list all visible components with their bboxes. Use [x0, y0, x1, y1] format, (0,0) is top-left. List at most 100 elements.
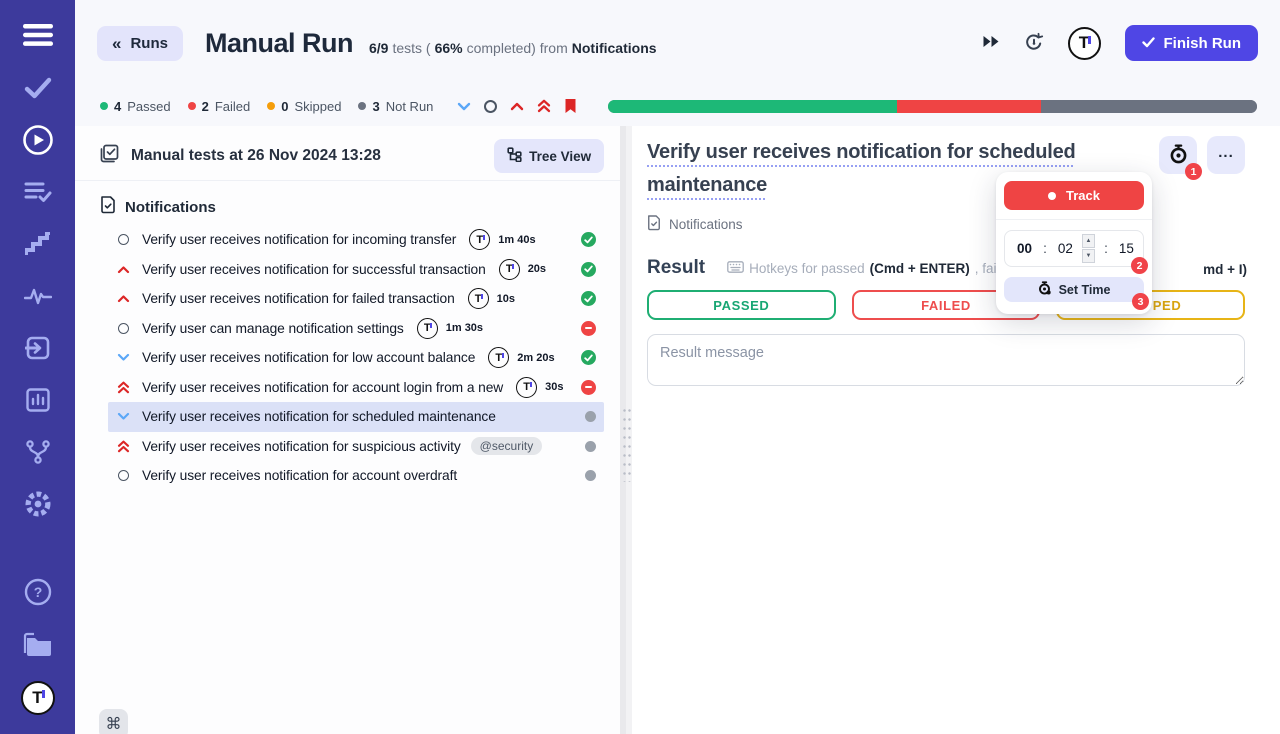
step-up-icon[interactable]: ▲	[1082, 234, 1096, 248]
severity-icon	[117, 381, 130, 394]
test-row[interactable]: Verify user receives notification for ac…	[108, 461, 604, 491]
test-status-icon	[585, 470, 597, 482]
status-counter: 4 Passed	[100, 99, 171, 114]
test-list-panel: Manual tests at 26 Nov 2024 13:28 Tree V…	[75, 126, 621, 734]
test-row-title: Verify user receives notification for sc…	[142, 409, 496, 425]
tree-view-button[interactable]: Tree View	[494, 139, 605, 173]
test-row-title: Verify user can manage notification sett…	[142, 320, 404, 336]
test-status-icon	[581, 379, 597, 395]
severity-icon	[117, 234, 130, 246]
testomat-logo-icon: T	[498, 258, 520, 280]
fast-forward-icon	[982, 34, 1000, 52]
sidebar-item-plans[interactable]	[0, 168, 75, 220]
retry-timer-button[interactable]	[1024, 32, 1044, 55]
test-row[interactable]: Verify user receives notification for sc…	[108, 402, 605, 432]
sidebar-item-analytics[interactable]	[0, 376, 75, 428]
time-badge: 2	[1131, 257, 1148, 274]
svg-text:?: ?	[33, 584, 42, 600]
panel-resize-divider[interactable]	[620, 126, 632, 734]
timer-button[interactable]: 1	[1159, 136, 1202, 180]
severity-icon	[117, 322, 130, 334]
test-row-title: Verify user receives notification for lo…	[142, 350, 476, 366]
run-title: Manual tests at 26 Nov 2024 13:28	[131, 147, 381, 164]
testomat-logo-icon: T	[469, 229, 491, 251]
hotkeys-hint: Hotkeys for passed (Cmd + ENTER) , faile…	[727, 261, 1247, 277]
hours-field[interactable]: 00	[1017, 241, 1032, 256]
sidebar-item-logo[interactable]: T	[0, 672, 75, 724]
sidebar-item-settings[interactable]	[0, 480, 75, 532]
suite-header[interactable]: Notifications	[75, 194, 620, 220]
set-time-button[interactable]: Set Time 3	[1004, 277, 1149, 310]
run-progress-bar	[608, 100, 1257, 113]
top-bar: « Runs Manual Run 6/9 tests ( 66% comple…	[75, 0, 1280, 86]
status-counter: 2 Failed	[187, 99, 250, 114]
test-status-icon	[585, 440, 597, 452]
testomat-account-button[interactable]: T	[1067, 26, 1101, 60]
testomat-logo-icon: T	[467, 288, 489, 310]
sidebar-item-help[interactable]: ?	[0, 568, 75, 620]
sidebar-item-import[interactable]	[0, 324, 75, 376]
test-row-title: Verify user receives notification for fa…	[142, 291, 455, 307]
chevron-down-filter-icon[interactable]	[457, 102, 471, 111]
sidebar-item-tests[interactable]	[0, 64, 75, 116]
double-chevron-up-filter-icon[interactable]	[537, 99, 551, 113]
track-button[interactable]: Track	[1004, 181, 1144, 210]
sidebar-item-branches[interactable]	[0, 428, 75, 480]
chevron-up-filter-icon[interactable]	[510, 102, 524, 111]
test-duration: 30s	[545, 381, 564, 394]
status-counter: 0 Skipped	[267, 99, 341, 114]
list-check-icon	[24, 180, 52, 209]
test-row[interactable]: Verify user receives notification for lo…	[108, 343, 604, 373]
document-check-icon	[100, 196, 116, 218]
sidebar-item-pulse[interactable]	[0, 272, 75, 324]
severity-filters	[457, 98, 577, 114]
seconds-field[interactable]: 15	[1119, 241, 1134, 256]
minutes-field[interactable]: 02	[1058, 241, 1073, 256]
result-heading: Result	[647, 257, 706, 278]
breadcrumb[interactable]: Notifications	[647, 215, 1245, 234]
more-options-button[interactable]: ...	[1207, 136, 1245, 174]
result-message-input[interactable]	[647, 334, 1245, 386]
test-row[interactable]: Verify user receives notification for ac…	[108, 373, 604, 403]
bar-chart-icon	[25, 387, 51, 418]
question-circle-icon: ?	[24, 578, 52, 611]
sidebar-item-runs[interactable]	[0, 116, 75, 168]
timer-popup: Track 00 : 02 ▲ ▼ : 15 2 Set Time 3	[996, 172, 1152, 314]
sidebar-item-projects[interactable]	[0, 620, 75, 672]
testomat-logo-icon: T	[516, 376, 538, 398]
test-row[interactable]: Verify user receives notification for fa…	[108, 284, 604, 314]
finish-run-button[interactable]: Finish Run	[1124, 25, 1258, 61]
sidebar-item-milestones[interactable]	[0, 220, 75, 272]
test-row[interactable]: Verify user can manage notification sett…	[108, 314, 604, 344]
hotkeys-clipped-text: md + I)	[1203, 261, 1247, 277]
test-row-title: Verify user receives notification for ac…	[142, 468, 458, 484]
test-row[interactable]: Verify user receives notification for su…	[108, 255, 604, 285]
test-row[interactable]: Verify user receives notification for su…	[108, 432, 604, 462]
double-chevron-left-icon: «	[112, 33, 122, 53]
retry-timer-icon	[1024, 32, 1044, 55]
menu-icon[interactable]	[22, 20, 53, 50]
test-duration: 1m 40s	[498, 233, 536, 246]
bookmark-filter-icon[interactable]	[564, 98, 577, 114]
minutes-stepper[interactable]: ▲ ▼	[1082, 234, 1096, 263]
circle-filter-icon[interactable]	[484, 99, 498, 113]
test-row-title: Verify user receives notification for su…	[142, 261, 486, 277]
test-status-icon	[581, 291, 597, 307]
test-status-icon	[581, 232, 597, 248]
box-arrow-in-icon	[24, 335, 51, 366]
page-title: Manual Run	[204, 27, 354, 58]
stopwatch-gear-icon	[1038, 281, 1051, 298]
step-down-icon[interactable]: ▼	[1082, 249, 1096, 263]
drag-handle-icon[interactable]	[622, 406, 632, 482]
progress-notrun-segment	[1040, 100, 1257, 113]
testomat-logo-icon: T	[20, 681, 55, 715]
back-to-runs-button[interactable]: « Runs	[97, 25, 183, 61]
progress-passed-segment	[608, 100, 897, 113]
fast-forward-button[interactable]	[982, 34, 1000, 52]
command-key-icon[interactable]: ⌘	[99, 709, 128, 734]
time-input[interactable]: 00 : 02 ▲ ▼ : 15 2	[1004, 230, 1148, 274]
test-row[interactable]: Verify user receives notification for in…	[108, 225, 604, 255]
test-status-icon	[585, 411, 597, 423]
passed-button[interactable]: PASSED	[647, 290, 836, 320]
test-duration: 1m 30s	[445, 322, 484, 335]
